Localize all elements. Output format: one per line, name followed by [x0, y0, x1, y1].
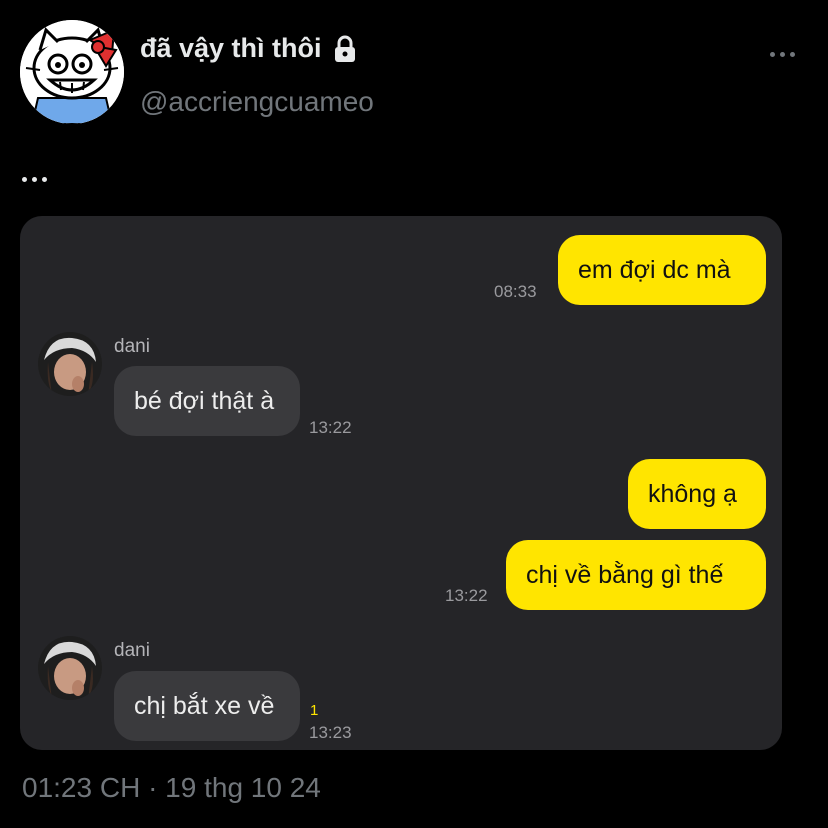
profile-avatar[interactable] — [20, 20, 124, 124]
dani-avatar — [38, 332, 102, 396]
lock-icon — [334, 35, 355, 62]
message-text: chị bắt xe về — [134, 691, 275, 720]
message-text: không ạ — [648, 479, 737, 508]
display-name[interactable]: đã vậy thì thôi — [140, 33, 360, 64]
avatar-cat-icon — [20, 20, 124, 124]
sender-name: dani — [114, 640, 150, 661]
tweet-text — [22, 172, 47, 186]
message-bubble-in: chị bắt xe về — [114, 671, 300, 741]
message-time: 08:33 — [494, 282, 537, 301]
message-bubble-out: không ạ — [628, 459, 766, 529]
message-text: em đợi dc mà — [578, 255, 731, 284]
message-text: bé đợi thật à — [134, 386, 275, 415]
handle[interactable]: @accriengcuameo — [140, 86, 374, 118]
dani-avatar — [38, 636, 102, 700]
chat-screenshot: em đợi dc mà 08:33 dani bé đợi thật à 13… — [20, 216, 782, 750]
more-icon[interactable] — [770, 44, 804, 64]
message-time: 13:23 — [309, 723, 352, 742]
message-bubble-out: chị về bằng gì thế — [506, 540, 766, 610]
message-bubble-out: em đợi dc mà — [558, 235, 766, 305]
display-name-text: đã vậy thì thôi — [140, 33, 322, 63]
tweet-timestamp[interactable]: 01:23 CH · 19 thg 10 24 — [22, 772, 321, 804]
message-time: 13:22 — [309, 418, 352, 437]
message-text: chị về bằng gì thế — [526, 560, 724, 589]
message-time: 13:22 — [445, 586, 488, 605]
message-bubble-in: bé đợi thật à — [114, 366, 300, 436]
sender-name: dani — [114, 336, 150, 357]
unread-count: 1 — [310, 702, 319, 719]
